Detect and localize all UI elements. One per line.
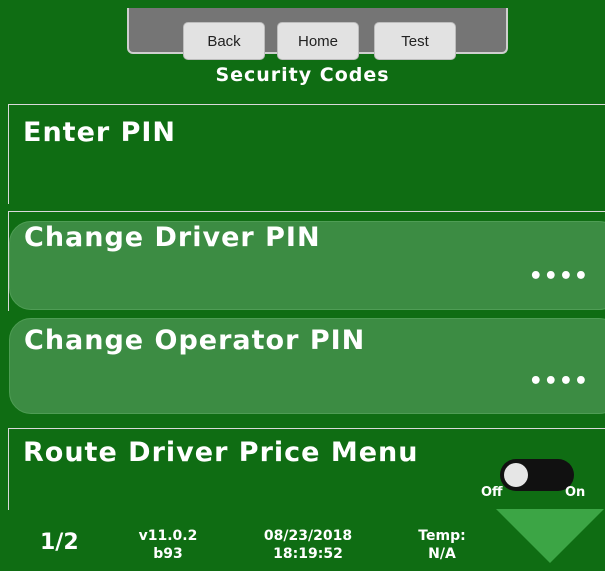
- enter-pin-row[interactable]: Enter PIN: [8, 104, 605, 204]
- triangle-down-icon[interactable]: [496, 509, 604, 563]
- temperature-info: Temp: N/A: [402, 527, 482, 563]
- build-label: b93: [153, 546, 183, 562]
- route-driver-price-menu-label: Route Driver Price Menu: [23, 437, 419, 468]
- toggle-on-label: On: [565, 485, 586, 500]
- back-button[interactable]: Back: [183, 22, 265, 60]
- operator-pin-masked-value: ••••: [528, 369, 589, 394]
- change-operator-pin-label: Change Operator PIN: [24, 325, 366, 356]
- security-codes-screen: Back Home Test Security Codes Enter PIN …: [0, 0, 605, 571]
- time-label: 18:19:52: [273, 546, 343, 562]
- version-info: v11.0.2 b93: [128, 527, 208, 563]
- datetime-info: 08/23/2018 18:19:52: [238, 527, 378, 563]
- page-indicator: 1/2: [40, 530, 79, 555]
- driver-pin-masked-value: ••••: [528, 264, 589, 289]
- toggle-off-label: Off: [481, 485, 503, 500]
- test-button[interactable]: Test: [374, 22, 456, 60]
- temp-label: Temp:: [418, 528, 466, 544]
- version-label: v11.0.2: [138, 528, 198, 544]
- change-driver-pin-row[interactable]: Change Driver PIN ••••: [9, 221, 605, 310]
- temp-value: N/A: [428, 546, 456, 562]
- price-menu-toggle[interactable]: [500, 459, 574, 491]
- toggle-knob-icon: [504, 463, 528, 487]
- change-driver-pin-label: Change Driver PIN: [24, 222, 321, 253]
- enter-pin-label: Enter PIN: [23, 117, 177, 148]
- change-operator-pin-row[interactable]: Change Operator PIN ••••: [9, 318, 605, 414]
- date-label: 08/23/2018: [263, 528, 353, 544]
- home-button[interactable]: Home: [277, 22, 359, 60]
- page-title: Security Codes: [215, 64, 390, 86]
